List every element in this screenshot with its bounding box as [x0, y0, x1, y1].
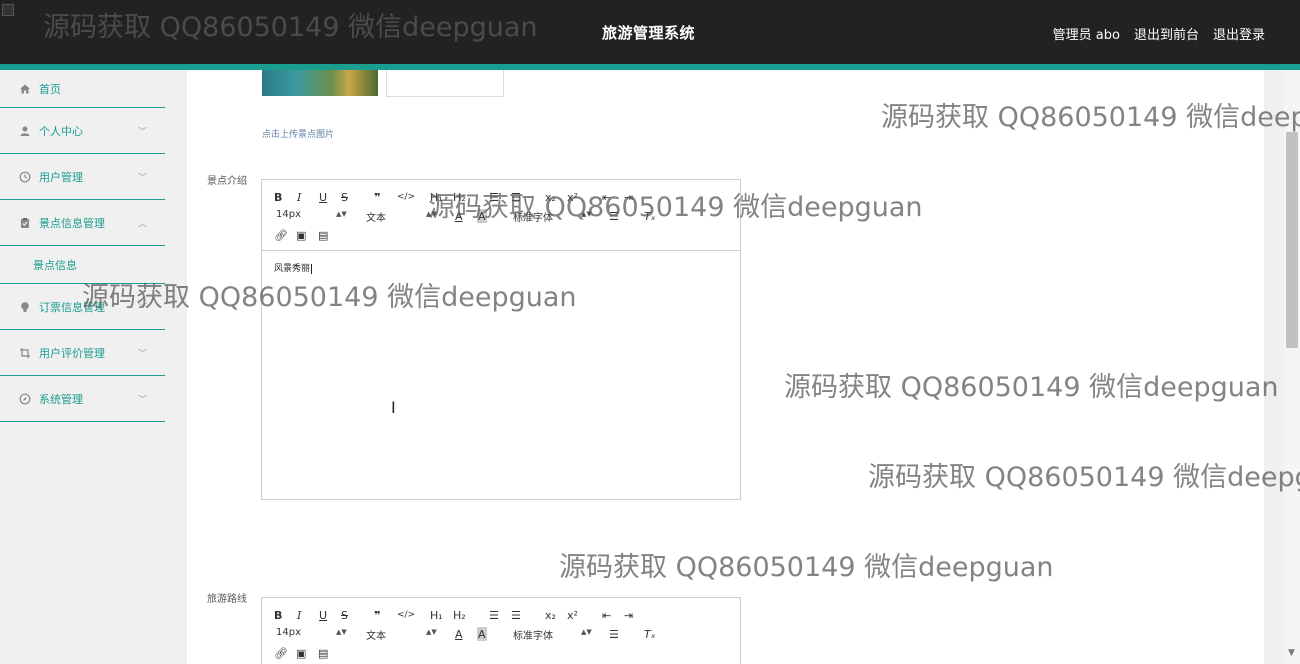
chevron-down-icon: ﹀: [137, 173, 147, 183]
image-upload-box[interactable]: [386, 70, 504, 97]
sidebar-item-label: 个人中心: [39, 124, 83, 138]
link-icon[interactable]: 🔗︎: [274, 646, 288, 660]
superscript-icon[interactable]: x²: [567, 608, 578, 622]
watermark-text: 源码获取 QQ86050149 微信deepguan: [428, 192, 923, 223]
quote-icon[interactable]: ❞: [374, 608, 380, 622]
exit-front-link[interactable]: 退出到前台: [1134, 24, 1199, 43]
strikethrough-icon[interactable]: S: [341, 608, 348, 622]
intro-label: 景点介绍: [207, 176, 247, 187]
subscript-icon[interactable]: x₂: [545, 608, 556, 622]
home-icon: [19, 83, 31, 95]
sidebar-item-label: 景点信息管理: [39, 216, 105, 230]
admin-user-link[interactable]: 管理员 abo: [1053, 24, 1120, 43]
watermark-text: 源码获取 QQ86050149 微信deepguan: [43, 12, 538, 43]
image-icon[interactable]: ▣: [296, 228, 306, 242]
font-family-select[interactable]: 标准字体 ▲▼: [513, 627, 593, 642]
intro-text: 风景秀丽: [274, 264, 311, 274]
watermark-text: 源码获取 QQ86050149 微信deepguan: [784, 372, 1279, 403]
route-editor[interactable]: B I U S ❞ </> H₁ H₂ ☰ ☰ x₂ x² ⇤ ⇥ 14px ▲▼…: [261, 597, 741, 664]
image-icon[interactable]: ▣: [296, 646, 306, 660]
font-color-icon[interactable]: A: [455, 627, 463, 641]
italic-icon[interactable]: I: [297, 608, 301, 622]
watermark-text: 源码获取 QQ86050149 微信deepguan: [82, 282, 577, 313]
editor-toolbar: B I U S ❞ </> H₁ H₂ ☰ ☰ x₂ x² ⇤ ⇥ 14px ▲▼…: [262, 598, 740, 664]
scroll-down-icon[interactable]: ▼: [1288, 648, 1295, 658]
h1-icon[interactable]: H₁: [430, 608, 443, 622]
top-links: 管理员 abo 退出到前台 退出登录: [1053, 24, 1265, 43]
underline-icon[interactable]: U: [319, 190, 327, 204]
text-cursor-icon: I: [391, 398, 396, 417]
window-icon: [2, 4, 14, 16]
sidebar-item-label: 用户管理: [39, 170, 83, 184]
italic-icon[interactable]: I: [297, 190, 301, 204]
app-title: 旅游管理系统: [602, 24, 696, 42]
sidebar-item-label: 用户评价管理: [39, 346, 105, 360]
chevron-down-icon: ﹀: [137, 395, 147, 405]
upload-hint[interactable]: 点击上传景点图片: [262, 127, 334, 140]
ordered-list-icon[interactable]: ☰: [489, 608, 499, 622]
indent-icon[interactable]: ⇥: [624, 608, 633, 622]
bold-icon[interactable]: B: [274, 608, 282, 622]
sidebar-item-users[interactable]: 用户管理 ﹀: [0, 154, 165, 200]
highlight-icon[interactable]: A: [477, 627, 487, 641]
clear-format-icon[interactable]: Tₓ: [644, 627, 656, 641]
chevron-up-icon: ︿: [137, 219, 147, 229]
watermark-text: 源码获取 QQ86050149 微信deepguan: [868, 462, 1300, 493]
clock-icon: [19, 171, 31, 183]
h2-icon[interactable]: H₂: [453, 608, 466, 622]
align-icon[interactable]: ☰: [609, 627, 619, 641]
video-icon[interactable]: ▤: [318, 228, 328, 242]
route-label: 旅游路线: [207, 594, 247, 605]
sidebar-item-personal[interactable]: 个人中心 ﹀: [0, 108, 165, 154]
outdent-icon[interactable]: ⇤: [602, 608, 611, 622]
watermark-text: 源码获取 QQ86050149 微信deepguan: [559, 552, 1054, 583]
sidebar: 首页 个人中心 ﹀ 用户管理 ﹀ 景点信息管理 ︿ 景点信息 订票信息管理 ﹀: [0, 70, 165, 664]
scrollbar-thumb[interactable]: [1286, 132, 1298, 348]
scenic-image-thumbnail: [262, 70, 378, 96]
quote-icon[interactable]: ❞: [374, 190, 380, 204]
video-icon[interactable]: ▤: [318, 646, 328, 660]
paragraph-select[interactable]: 文本 ▲▼: [366, 209, 437, 224]
sidebar-item-reviews[interactable]: 用户评价管理 ﹀: [0, 330, 165, 376]
sidebar-item-system[interactable]: 系统管理 ﹀: [0, 376, 165, 422]
code-icon[interactable]: </>: [397, 190, 415, 204]
sidebar-item-label: 景点信息: [33, 258, 77, 272]
watermark-text: 源码获取 QQ86050149 微信deepguan: [881, 102, 1300, 133]
logout-link[interactable]: 退出登录: [1213, 24, 1265, 43]
user-icon: [19, 125, 31, 137]
intro-editor[interactable]: B I U S ❞ </> H₁ H₂ ☰ ☰ x₂ x² ⇤ ⇥ 14px ▲▼…: [261, 179, 741, 500]
sidebar-item-label: 系统管理: [39, 392, 83, 406]
strikethrough-icon[interactable]: S: [341, 190, 348, 204]
bullet-list-icon[interactable]: ☰: [511, 608, 521, 622]
sidebar-item-label: 首页: [39, 82, 61, 96]
clipboard-icon: [19, 217, 31, 229]
chevron-down-icon: ﹀: [137, 349, 147, 359]
sidebar-item-home[interactable]: 首页: [0, 70, 165, 108]
crop-icon: [19, 347, 31, 359]
underline-icon[interactable]: U: [319, 608, 327, 622]
link-icon[interactable]: 🔗︎: [274, 228, 288, 242]
bold-icon[interactable]: B: [274, 190, 282, 204]
font-size-select[interactable]: 14px ▲▼: [276, 627, 347, 638]
bulb-icon: [19, 301, 31, 313]
sidebar-item-scenic-manage[interactable]: 景点信息管理 ︿: [0, 200, 165, 246]
code-icon[interactable]: </>: [397, 608, 415, 622]
paragraph-select[interactable]: 文本 ▲▼: [366, 627, 437, 642]
chevron-down-icon: ﹀: [137, 127, 147, 137]
font-size-select[interactable]: 14px ▲▼: [276, 209, 347, 220]
compass-icon: [19, 393, 31, 405]
